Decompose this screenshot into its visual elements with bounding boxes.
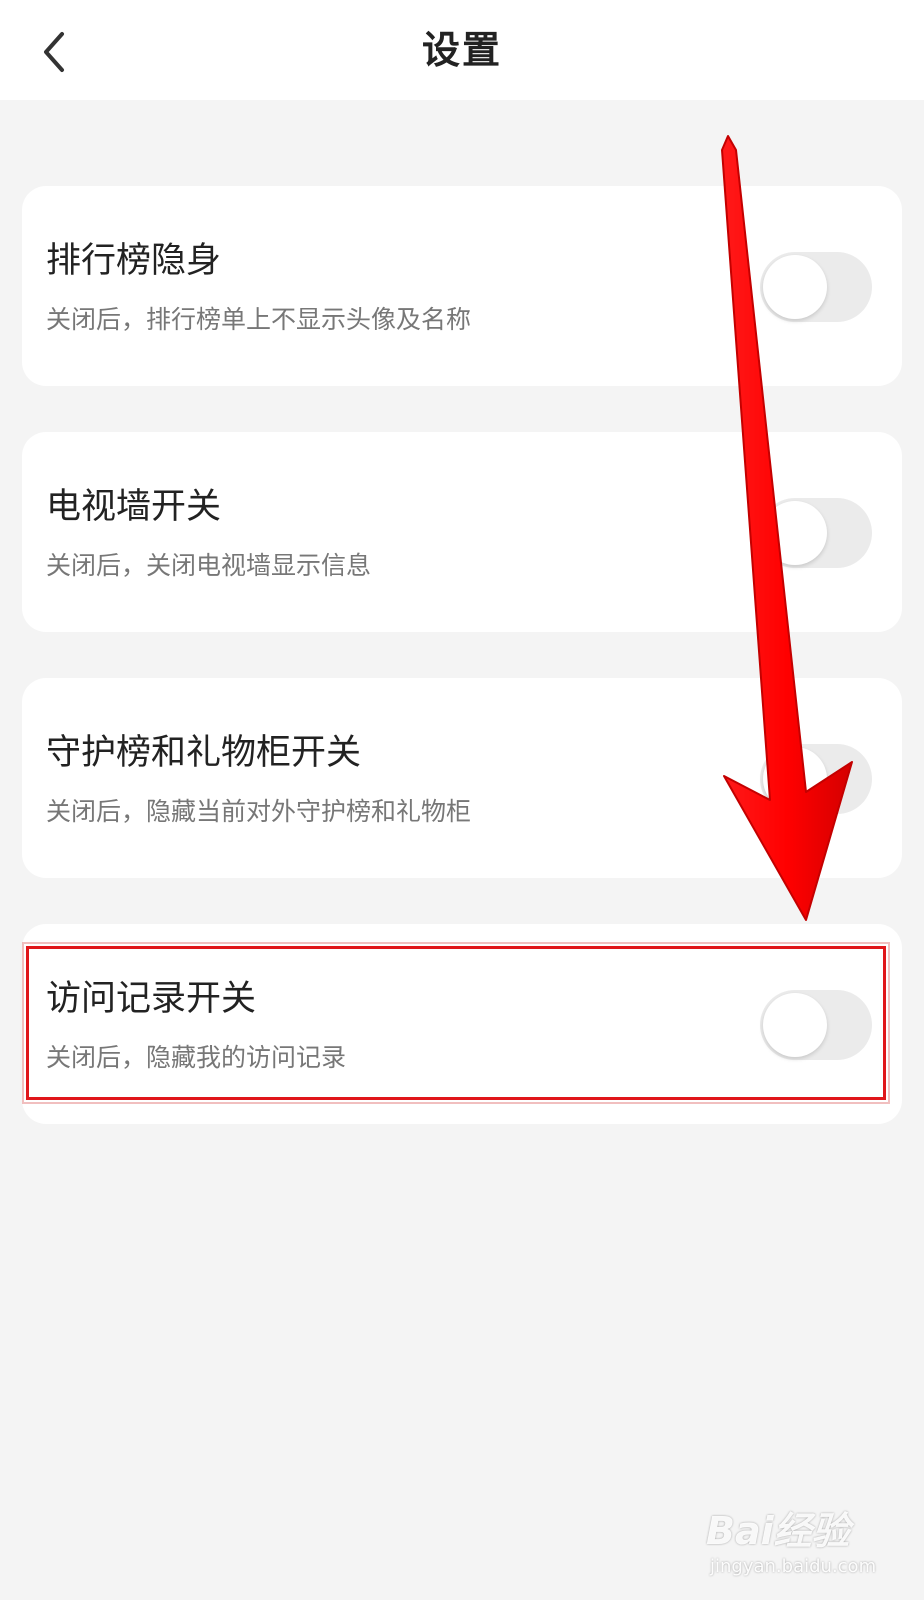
setting-card-tv-wall: 电视墙开关 关闭后，关闭电视墙显示信息 bbox=[22, 432, 902, 632]
watermark-url: jingyan.baidu.com bbox=[710, 1556, 877, 1577]
setting-card-guard-gift: 守护榜和礼物柜开关 关闭后，隐藏当前对外守护榜和礼物柜 bbox=[22, 678, 902, 878]
toggle-knob bbox=[763, 501, 827, 565]
guard-gift-toggle[interactable] bbox=[760, 744, 872, 814]
setting-description: 关闭后，关闭电视墙显示信息 bbox=[46, 551, 372, 580]
toggle-knob bbox=[763, 747, 827, 811]
baidu-jingyan-watermark: Bai经验 jingyan.baidu.com bbox=[706, 1500, 896, 1590]
tv-wall-toggle[interactable] bbox=[760, 498, 872, 568]
setting-title: 电视墙开关 bbox=[46, 487, 222, 527]
setting-title: 排行榜隐身 bbox=[46, 241, 222, 281]
setting-card-rank-invisible: 排行榜隐身 关闭后，排行榜单上不显示头像及名称 bbox=[22, 186, 902, 386]
setting-description: 关闭后，排行榜单上不显示头像及名称 bbox=[46, 305, 472, 334]
toggle-knob bbox=[763, 255, 827, 319]
rank-invisible-toggle[interactable] bbox=[760, 252, 872, 322]
setting-title: 守护榜和礼物柜开关 bbox=[46, 733, 362, 773]
watermark-brand: Bai经验 bbox=[706, 1509, 850, 1553]
top-app-bar: 设置 bbox=[0, 0, 924, 100]
highlight-box bbox=[26, 946, 886, 1100]
page-title: 设置 bbox=[421, 28, 502, 72]
setting-description: 关闭后，隐藏当前对外守护榜和礼物柜 bbox=[46, 797, 472, 826]
